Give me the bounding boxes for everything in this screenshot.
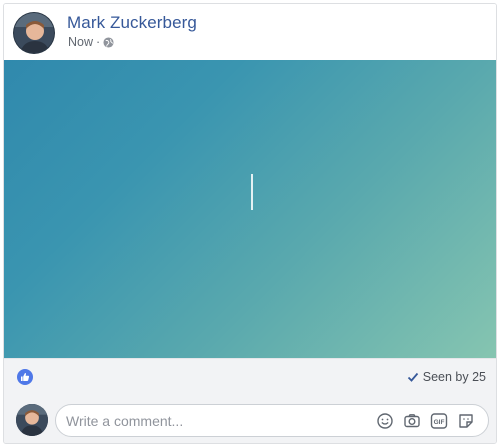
author-avatar[interactable] [13,12,55,54]
comment-area: GIF [4,394,496,443]
post-timestamp[interactable]: Now [68,35,93,49]
globe-icon[interactable] [103,36,114,48]
post-meta: Now · [68,35,114,49]
text-caret [251,174,253,210]
sticker-icon[interactable] [457,412,475,430]
reactions-bar: Seen by 25 [4,358,496,394]
check-icon [407,372,418,382]
status-canvas[interactable] [4,60,496,358]
emoji-icon[interactable] [376,412,394,430]
gif-icon[interactable]: GIF [430,412,448,430]
avatar-image [16,404,48,436]
avatar-image [14,13,54,53]
comment-box: GIF [55,404,489,437]
seen-label: Seen by 25 [422,370,486,384]
like-icon[interactable] [17,369,33,385]
comment-input[interactable] [66,405,366,436]
svg-text:GIF: GIF [434,419,445,426]
commenter-avatar[interactable] [16,404,48,436]
post-header: Mark Zuckerberg Now · [4,4,496,60]
camera-icon[interactable] [403,412,421,430]
thumbs-up-icon [21,372,30,381]
meta-separator: · [96,35,101,49]
author-name[interactable]: Mark Zuckerberg [67,13,197,33]
post-card: Mark Zuckerberg Now · Seen by 25 Write a… [3,3,497,444]
seen-indicator[interactable]: Seen by 25 [407,370,486,384]
